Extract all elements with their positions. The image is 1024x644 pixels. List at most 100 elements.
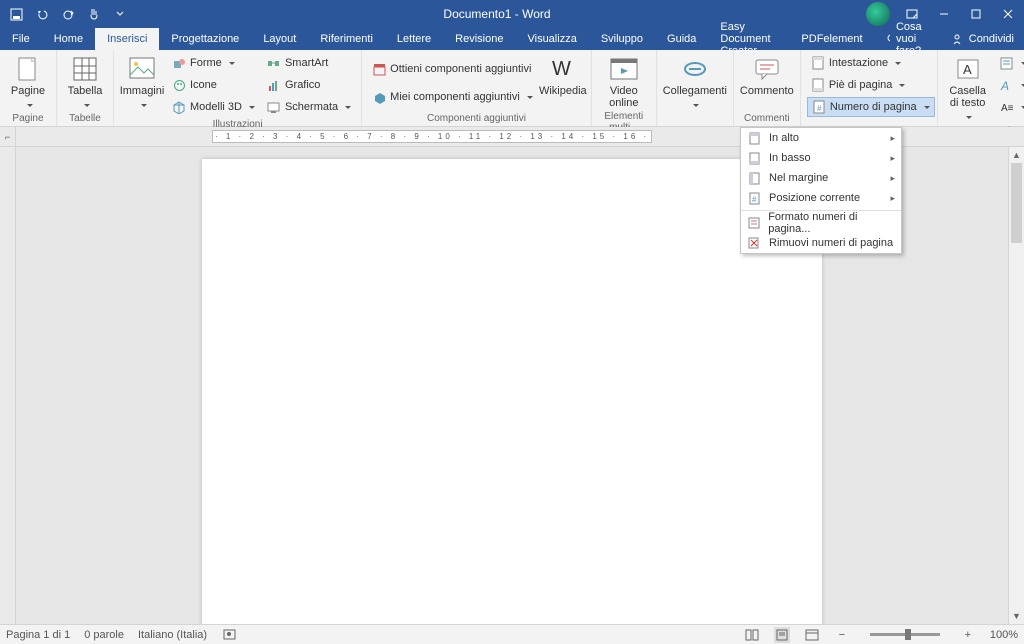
video-online-button[interactable]: Video online bbox=[598, 53, 650, 109]
tab-inserisci[interactable]: Inserisci bbox=[95, 28, 159, 50]
menu-formato-numeri[interactable]: Formato numeri di pagina... bbox=[741, 213, 901, 233]
share-button[interactable]: Condividi bbox=[941, 28, 1024, 50]
page-number-icon: # bbox=[812, 100, 826, 114]
close-button[interactable] bbox=[992, 0, 1024, 28]
header-icon bbox=[811, 56, 825, 70]
tabella-button[interactable]: Tabella bbox=[63, 53, 107, 111]
group-pagine: Pagine Pagine bbox=[0, 50, 57, 126]
group-intestazione-pie: Intestazione Piè di pagina #Numero di pa… bbox=[801, 50, 938, 126]
pagine-button[interactable]: Pagine bbox=[6, 53, 50, 111]
scroll-up-button[interactable]: ▲ bbox=[1009, 147, 1024, 163]
menu-rimuovi-numeri[interactable]: Rimuovi numeri di pagina bbox=[741, 233, 901, 253]
quickparts-button[interactable] bbox=[996, 53, 1024, 73]
group-illustrazioni: Immagini Forme Icone Modelli 3D SmartArt… bbox=[114, 50, 362, 126]
collegamenti-button[interactable]: Collegamenti bbox=[663, 53, 727, 111]
user-avatar[interactable] bbox=[866, 2, 890, 26]
ribbon: Pagine Pagine Tabella Tabelle Immagini F… bbox=[0, 50, 1024, 127]
page-number-menu: In alto▸ In basso▸ Nel margine▸ #Posizio… bbox=[740, 127, 902, 254]
menu-nel-margine[interactable]: Nel margine▸ bbox=[741, 168, 901, 188]
group-elementi-multimediali: Video online Elementi multi... bbox=[592, 50, 657, 126]
save-icon[interactable] bbox=[8, 6, 24, 22]
cube-icon bbox=[172, 100, 186, 114]
status-words[interactable]: 0 parole bbox=[84, 629, 124, 641]
zoom-out-button[interactable]: − bbox=[834, 627, 850, 643]
ruler-corner[interactable]: ⌐ bbox=[0, 127, 16, 147]
chart-icon bbox=[267, 78, 281, 92]
view-web-icon[interactable] bbox=[804, 627, 820, 643]
smartart-icon bbox=[267, 56, 281, 70]
grafico-button[interactable]: Grafico bbox=[263, 75, 355, 95]
view-read-icon[interactable] bbox=[744, 627, 760, 643]
svg-text:#: # bbox=[817, 104, 822, 113]
zoom-in-button[interactable]: + bbox=[960, 627, 976, 643]
pie-pagina-button[interactable]: Piè di pagina bbox=[807, 75, 935, 95]
touch-mode-icon[interactable] bbox=[86, 6, 102, 22]
scroll-down-button[interactable]: ▼ bbox=[1009, 608, 1024, 624]
intestazione-button[interactable]: Intestazione bbox=[807, 53, 935, 73]
wordart-button[interactable]: A bbox=[996, 75, 1024, 95]
redo-icon[interactable] bbox=[60, 6, 76, 22]
commento-button[interactable]: Commento bbox=[740, 53, 794, 97]
share-icon bbox=[951, 33, 963, 45]
qat-customize-icon[interactable] bbox=[112, 6, 128, 22]
group-testo: A Casella di testo A A≡ esto bbox=[938, 50, 1024, 126]
menu-in-alto[interactable]: In alto▸ bbox=[741, 128, 901, 148]
tab-sviluppo[interactable]: Sviluppo bbox=[589, 28, 655, 50]
tab-guida[interactable]: Guida bbox=[655, 28, 708, 50]
zoom-level[interactable]: 100% bbox=[990, 629, 1018, 641]
icons-icon bbox=[172, 78, 186, 92]
macro-recording-icon[interactable] bbox=[221, 627, 237, 643]
tab-lettere[interactable]: Lettere bbox=[385, 28, 443, 50]
ottieni-componenti-button[interactable]: Ottieni componenti aggiuntivi bbox=[368, 59, 537, 79]
miei-componenti-button[interactable]: Miei componenti aggiuntivi bbox=[368, 87, 537, 107]
group-tabelle: Tabella Tabelle bbox=[57, 50, 114, 126]
undo-icon[interactable] bbox=[34, 6, 50, 22]
table-icon bbox=[71, 55, 99, 83]
wikipedia-icon: W bbox=[549, 55, 577, 83]
status-page[interactable]: Pagina 1 di 1 bbox=[6, 629, 70, 641]
scroll-thumb[interactable] bbox=[1011, 163, 1022, 243]
tab-pdfelement[interactable]: PDFelement bbox=[789, 28, 874, 50]
tab-progettazione[interactable]: Progettazione bbox=[159, 28, 251, 50]
status-bar: Pagina 1 di 1 0 parole Italiano (Italia)… bbox=[0, 624, 1024, 644]
vertical-ruler[interactable] bbox=[0, 147, 16, 624]
smartart-button[interactable]: SmartArt bbox=[263, 53, 355, 73]
tell-me-search[interactable]: Cosa vuoi fare? bbox=[875, 28, 941, 50]
wikipedia-button[interactable]: W Wikipedia bbox=[541, 53, 585, 97]
svg-text:W: W bbox=[552, 58, 571, 80]
menu-posizione-corrente[interactable]: #Posizione corrente▸ bbox=[741, 188, 901, 208]
page[interactable] bbox=[202, 159, 822, 624]
store-icon bbox=[372, 62, 386, 76]
schermata-button[interactable]: Schermata bbox=[263, 97, 355, 117]
view-print-icon[interactable] bbox=[774, 627, 790, 643]
tab-revisione[interactable]: Revisione bbox=[443, 28, 515, 50]
tab-file[interactable]: File bbox=[0, 28, 42, 50]
vertical-scrollbar[interactable]: ▲ ▼ bbox=[1008, 147, 1024, 624]
forme-button[interactable]: Forme bbox=[168, 53, 259, 73]
tab-layout[interactable]: Layout bbox=[251, 28, 308, 50]
screenshot-icon bbox=[267, 100, 281, 114]
video-icon bbox=[610, 55, 638, 83]
status-language[interactable]: Italiano (Italia) bbox=[138, 629, 207, 641]
casella-testo-button[interactable]: A Casella di testo bbox=[944, 53, 992, 123]
menu-in-basso[interactable]: In basso▸ bbox=[741, 148, 901, 168]
group-collegamenti: Collegamenti bbox=[657, 50, 734, 126]
shapes-icon bbox=[172, 56, 186, 70]
group-componenti-aggiuntivi: Ottieni componenti aggiuntivi Miei compo… bbox=[362, 50, 592, 126]
window-title: Documento1 - Word bbox=[128, 7, 866, 21]
numero-pagina-button[interactable]: #Numero di pagina bbox=[807, 97, 935, 117]
quick-access-toolbar bbox=[0, 6, 128, 22]
icone-button[interactable]: Icone bbox=[168, 75, 259, 95]
immagini-button[interactable]: Immagini bbox=[120, 53, 164, 111]
zoom-slider[interactable] bbox=[870, 633, 940, 636]
dropcap-button[interactable]: A≡ bbox=[996, 97, 1024, 117]
tab-home[interactable]: Home bbox=[42, 28, 95, 50]
tab-riferimenti[interactable]: Riferimenti bbox=[308, 28, 385, 50]
ruler-scale: · 1 · 2 · 3 · 4 · 5 · 6 · 7 · 8 · 9 · 10… bbox=[212, 130, 652, 143]
tab-easy-document-creator[interactable]: Easy Document Creator bbox=[708, 28, 789, 50]
maximize-button[interactable] bbox=[960, 0, 992, 28]
wordart-icon: A bbox=[1000, 78, 1014, 92]
tab-visualizza[interactable]: Visualizza bbox=[515, 28, 588, 50]
modelli3d-button[interactable]: Modelli 3D bbox=[168, 97, 259, 117]
minimize-button[interactable] bbox=[928, 0, 960, 28]
